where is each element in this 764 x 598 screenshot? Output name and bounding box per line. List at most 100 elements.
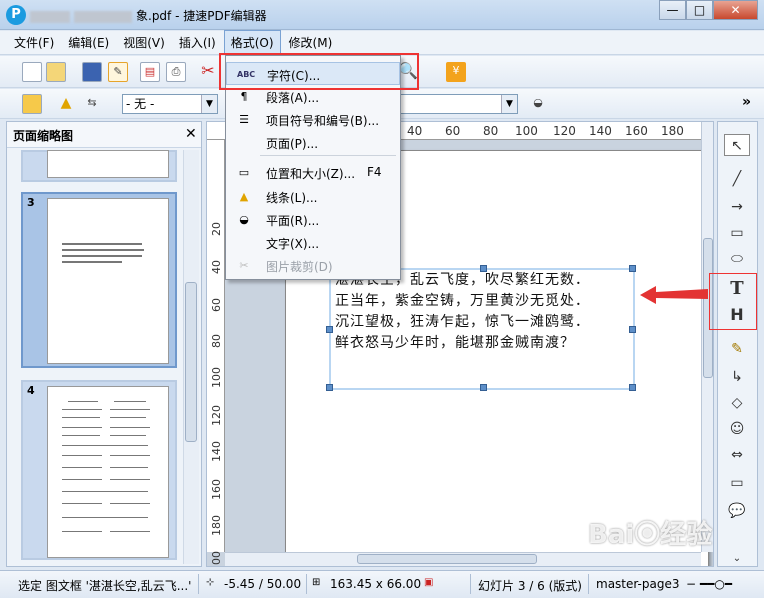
page-thumbnail-4[interactable]: 4 <box>21 380 177 560</box>
print-icon[interactable]: ⎙ <box>166 62 186 82</box>
resize-handle[interactable] <box>326 384 333 391</box>
menu-edit[interactable]: 编辑(E) <box>62 31 115 54</box>
menu-item-area[interactable]: ◒ 平面(R)... <box>226 208 400 231</box>
area-fill-icon[interactable]: ◒ <box>528 94 548 114</box>
arrow-line-icon[interactable]: → <box>724 196 750 218</box>
page-thumbnail-3[interactable]: 3 <box>21 192 177 368</box>
ruler-label: 80 <box>483 124 499 138</box>
canvas-horizontal-scroll-thumb[interactable] <box>357 554 537 564</box>
ruler-label: 100 <box>515 124 538 138</box>
curve-tool-icon[interactable]: ✎ <box>724 338 750 360</box>
export-pdf-icon[interactable]: ▤ <box>140 62 160 82</box>
page-thumbnail-panel: 页面缩略图 ✕ 3 4 <box>6 121 202 567</box>
toolbar-expand-icon[interactable]: » <box>742 94 751 110</box>
paragraph-icon: ¶ <box>240 90 248 103</box>
ruler-label: 180 <box>210 515 223 536</box>
character-menu-highlight <box>219 53 419 90</box>
resize-handle[interactable] <box>629 384 636 391</box>
master-page: master-page3 <box>596 577 680 591</box>
menu-item-text[interactable]: 文字(X)... <box>226 231 400 254</box>
ruler-label: 140 <box>589 124 612 138</box>
ruler-label: 60 <box>210 298 223 312</box>
ruler-label: 80 <box>210 334 223 348</box>
slide-indicator: 幻灯片 3 / 6 (版式) <box>478 579 582 593</box>
ruler-label: 20 <box>210 222 223 236</box>
page-icon <box>236 135 252 151</box>
crop-icon: ✂ <box>239 259 249 272</box>
ruler-label: 120 <box>553 124 576 138</box>
block-arrows-icon[interactable]: ⇔ <box>724 444 750 466</box>
connector-tool-icon[interactable]: ↳ <box>724 366 750 388</box>
menu-item-crop-image[interactable]: ✂ 图片裁剪(D) <box>226 254 400 277</box>
style-select[interactable]: - 无 - ▼ <box>122 94 218 114</box>
close-panel-icon[interactable]: ✕ <box>185 126 197 142</box>
menu-item-label: 页面(P)... <box>266 137 319 151</box>
status-bar: 选定 图文框 '湛湛长空,乱云飞...' ⊹ -5.45 / 50.00 ⊞ 1… <box>0 570 764 598</box>
menu-item-position-size[interactable]: ▭ 位置和大小(Z)... F4 <box>226 161 400 184</box>
ruler-label: 180 <box>661 124 684 138</box>
window-controls: — □ ✕ <box>659 0 758 20</box>
resize-handle[interactable] <box>480 384 487 391</box>
arrow-style-icon[interactable]: ⇆ <box>82 94 102 114</box>
resize-handle[interactable] <box>629 326 636 333</box>
symbol-shapes-icon[interactable]: ☺ <box>724 418 750 440</box>
open-folder-icon[interactable] <box>46 62 66 82</box>
flowchart-icon[interactable]: ▭ <box>724 472 750 494</box>
grid-icon[interactable] <box>22 94 42 114</box>
ruler-label: 60 <box>445 124 461 138</box>
resize-handle[interactable] <box>326 326 333 333</box>
new-document-icon[interactable] <box>22 62 42 82</box>
menu-item-line[interactable]: ▲ 线条(L)... <box>226 185 400 208</box>
blurred-filename <box>30 10 70 23</box>
menu-file[interactable]: 文件(F) <box>8 31 60 54</box>
page-thumbnail-2[interactable] <box>21 150 177 182</box>
maximize-button[interactable]: □ <box>686 0 713 20</box>
line-tool-icon[interactable]: ╱ <box>724 168 750 190</box>
menu-item-label: 图片裁剪(D) <box>266 260 333 274</box>
text-frame[interactable]: 湛湛长空，乱云飞度，吹尽繁红无数． 正当年，紫金空铸，万里黄沙无觅处． 沉江望极… <box>326 265 636 391</box>
selection-status: 选定 图文框 '湛湛长空,乱云飞...' <box>18 579 192 593</box>
menu-item-label: 项目符号和编号(B)... <box>266 114 380 128</box>
toolbox-expand-icon[interactable]: ⌄ <box>724 548 750 570</box>
area-icon: ◒ <box>239 213 249 226</box>
resize-handle[interactable] <box>480 265 487 272</box>
thumbnail-page-number: 3 <box>27 196 35 209</box>
thumbnail-page <box>47 386 169 558</box>
line-style-icon[interactable]: ▲ <box>56 94 76 114</box>
menu-item-page[interactable]: 页面(P)... <box>226 131 400 154</box>
upgrade-icon[interactable]: ¥ <box>446 62 466 82</box>
list-icon: ☰ <box>239 113 249 126</box>
resize-handle[interactable] <box>629 265 636 272</box>
window-title-text: 象.pdf - 捷速PDF编辑器 <box>136 9 267 23</box>
position-size-icon: ▭ <box>238 166 250 179</box>
line-icon: ▲ <box>239 190 249 203</box>
ellipse-tool-icon[interactable]: ⬭ <box>724 248 750 270</box>
zoom-slider[interactable]: − ━━○━ <box>686 577 732 591</box>
cut-icon[interactable]: ✂ <box>198 62 218 82</box>
ruler-label: 160 <box>210 479 223 500</box>
save-icon[interactable] <box>82 62 102 82</box>
poem-line: 正当年，紫金空铸，万里黄沙无觅处． <box>335 293 590 309</box>
rectangle-tool-icon[interactable]: ▭ <box>724 222 750 244</box>
close-button[interactable]: ✕ <box>713 0 758 20</box>
minimize-button[interactable]: — <box>659 0 686 20</box>
basic-shapes-icon[interactable]: ◇ <box>724 392 750 414</box>
poem-text[interactable]: 湛湛长空，乱云飞度，吹尽繁红无数． 正当年，紫金空铸，万里黄沙无觅处． 沉江望极… <box>335 270 590 354</box>
object-size: 163.45 x 66.00 <box>330 577 422 591</box>
app-logo-icon: P <box>6 5 26 25</box>
menu-view[interactable]: 视图(V) <box>117 31 171 54</box>
edit-mode-icon[interactable]: ✎ <box>108 62 128 82</box>
callouts-icon[interactable]: 💬 <box>724 500 750 522</box>
thumbnail-page-number: 4 <box>27 384 35 397</box>
select-arrow-icon[interactable]: ↖ <box>724 134 750 156</box>
ruler-label: 100 <box>210 367 223 388</box>
thumbnail-scroll-thumb[interactable] <box>185 282 197 442</box>
menu-item-bullets[interactable]: ☰ 项目符号和编号(B)... <box>226 108 400 131</box>
thumbnail-panel-title: 页面缩略图 <box>7 122 201 148</box>
menu-format[interactable]: 格式(O) <box>223 30 281 55</box>
menu-insert[interactable]: 插入(I) <box>173 31 222 54</box>
cursor-position: -5.45 / 50.00 <box>224 577 302 591</box>
area-style-select[interactable]: ▼ <box>400 94 518 114</box>
menu-modify[interactable]: 修改(M) <box>283 31 339 54</box>
menu-item-label: 位置和大小(Z)... <box>266 167 356 181</box>
